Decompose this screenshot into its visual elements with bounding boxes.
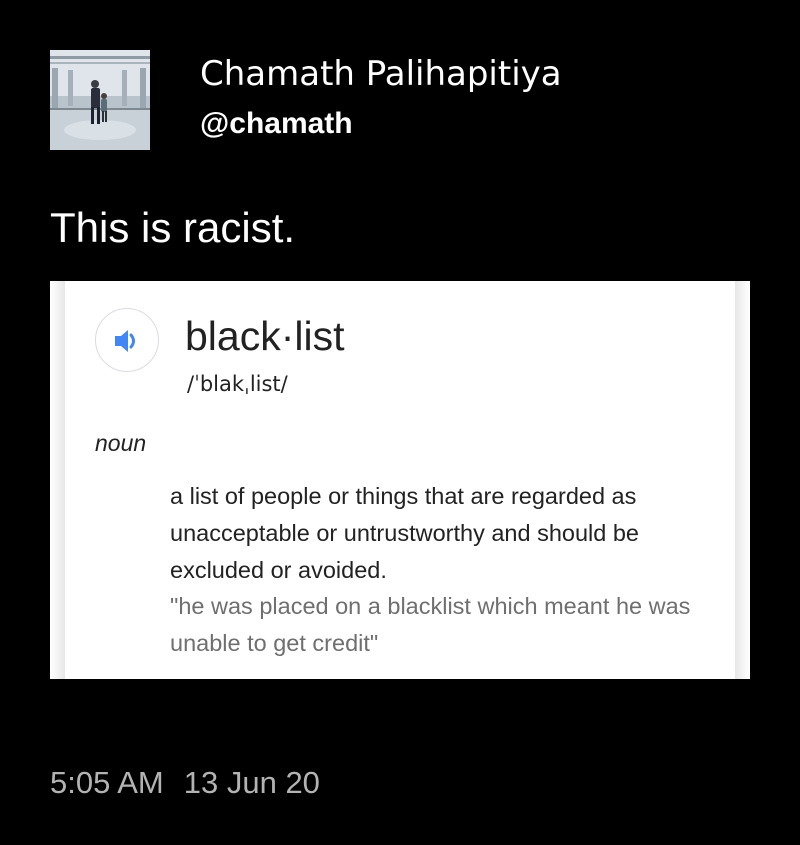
part-of-speech: noun [95, 430, 147, 456]
image-right-edge [735, 281, 750, 679]
example-sentence: "he was placed on a blacklist which mean… [170, 593, 691, 656]
pronunciation-speaker-button [95, 308, 159, 372]
attached-image[interactable]: black·list /ˈblakˌlist/ noun a list of p… [50, 281, 750, 679]
dictionary-word: black·list [185, 313, 345, 359]
image-left-edge [50, 281, 65, 679]
avatar[interactable] [50, 50, 150, 150]
author-handle[interactable]: @chamath [200, 104, 353, 144]
phonetic-spelling: /ˈblakˌlist/ [187, 372, 288, 396]
tweet-time: 5:05 AM [50, 765, 164, 800]
definition-text: a list of people or things that are rega… [170, 483, 640, 583]
volume-icon [115, 330, 135, 352]
profile-photo-icon [50, 50, 150, 150]
tweet-text: This is racist. [50, 204, 296, 251]
tweet-date: 13 Jun 20 [183, 765, 320, 800]
tweet-timestamp[interactable]: 5:05 AM 13 Jun 20 [50, 763, 320, 803]
author-display-name[interactable]: Chamath Palihapitiya [200, 52, 562, 96]
